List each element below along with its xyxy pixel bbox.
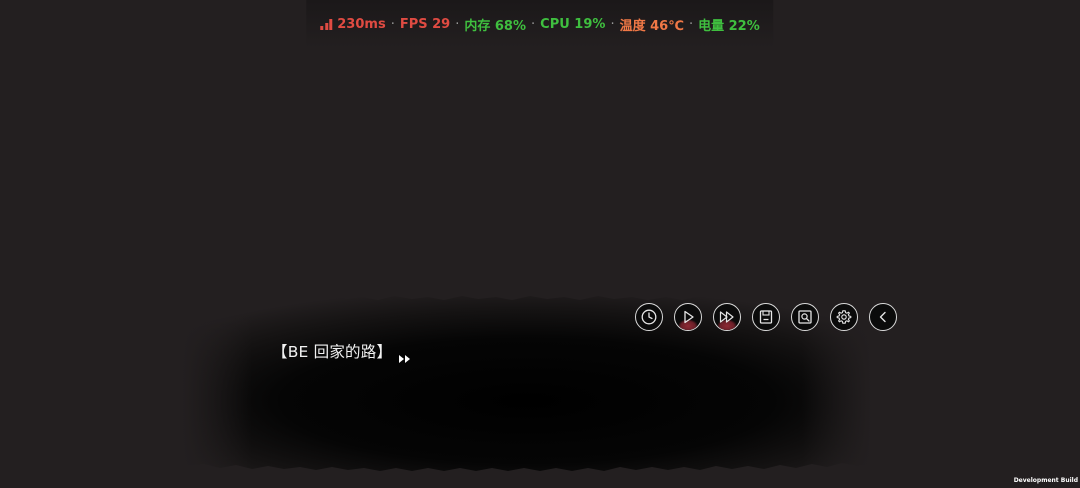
gear-icon — [836, 310, 852, 324]
fps-value: FPS 29 — [399, 16, 451, 32]
signal-icon — [320, 18, 333, 30]
chevron-left-icon — [879, 311, 886, 323]
dialogue-text: 【BE 回家的路】 — [272, 343, 393, 361]
temperature-value: 温度 46℃ — [619, 18, 684, 34]
latency-value: 230ms — [337, 16, 386, 32]
skip-button[interactable] — [713, 303, 741, 331]
continue-indicator-icon — [399, 355, 410, 363]
performance-overlay: 230ms · FPS 29 · 内存 68% · CPU 19% · 温度 4… — [306, 0, 774, 48]
game-screen[interactable]: 230ms · FPS 29 · 内存 68% · CPU 19% · 温度 4… — [0, 0, 1080, 488]
separator: · — [688, 16, 694, 32]
clock-icon — [641, 309, 657, 325]
play-icon — [684, 310, 694, 324]
load-search-icon — [798, 310, 812, 324]
development-build-label: Development Build — [1013, 477, 1078, 484]
cpu-value: CPU 19% — [540, 16, 606, 32]
auto-play-button[interactable] — [674, 303, 702, 331]
history-button[interactable] — [635, 303, 663, 331]
dialogue-controls — [635, 303, 897, 331]
separator: · — [531, 16, 536, 32]
separator: · — [390, 16, 395, 32]
load-button[interactable] — [791, 303, 819, 331]
save-icon — [759, 310, 773, 324]
fast-forward-icon — [719, 311, 734, 323]
save-button[interactable] — [752, 303, 780, 331]
separator: · — [610, 16, 615, 32]
separator: · — [455, 16, 460, 32]
memory-value: 内存 68% — [464, 18, 527, 34]
back-button[interactable] — [869, 303, 897, 331]
battery-value: 电量 22% — [698, 18, 760, 34]
settings-button[interactable] — [830, 303, 858, 331]
